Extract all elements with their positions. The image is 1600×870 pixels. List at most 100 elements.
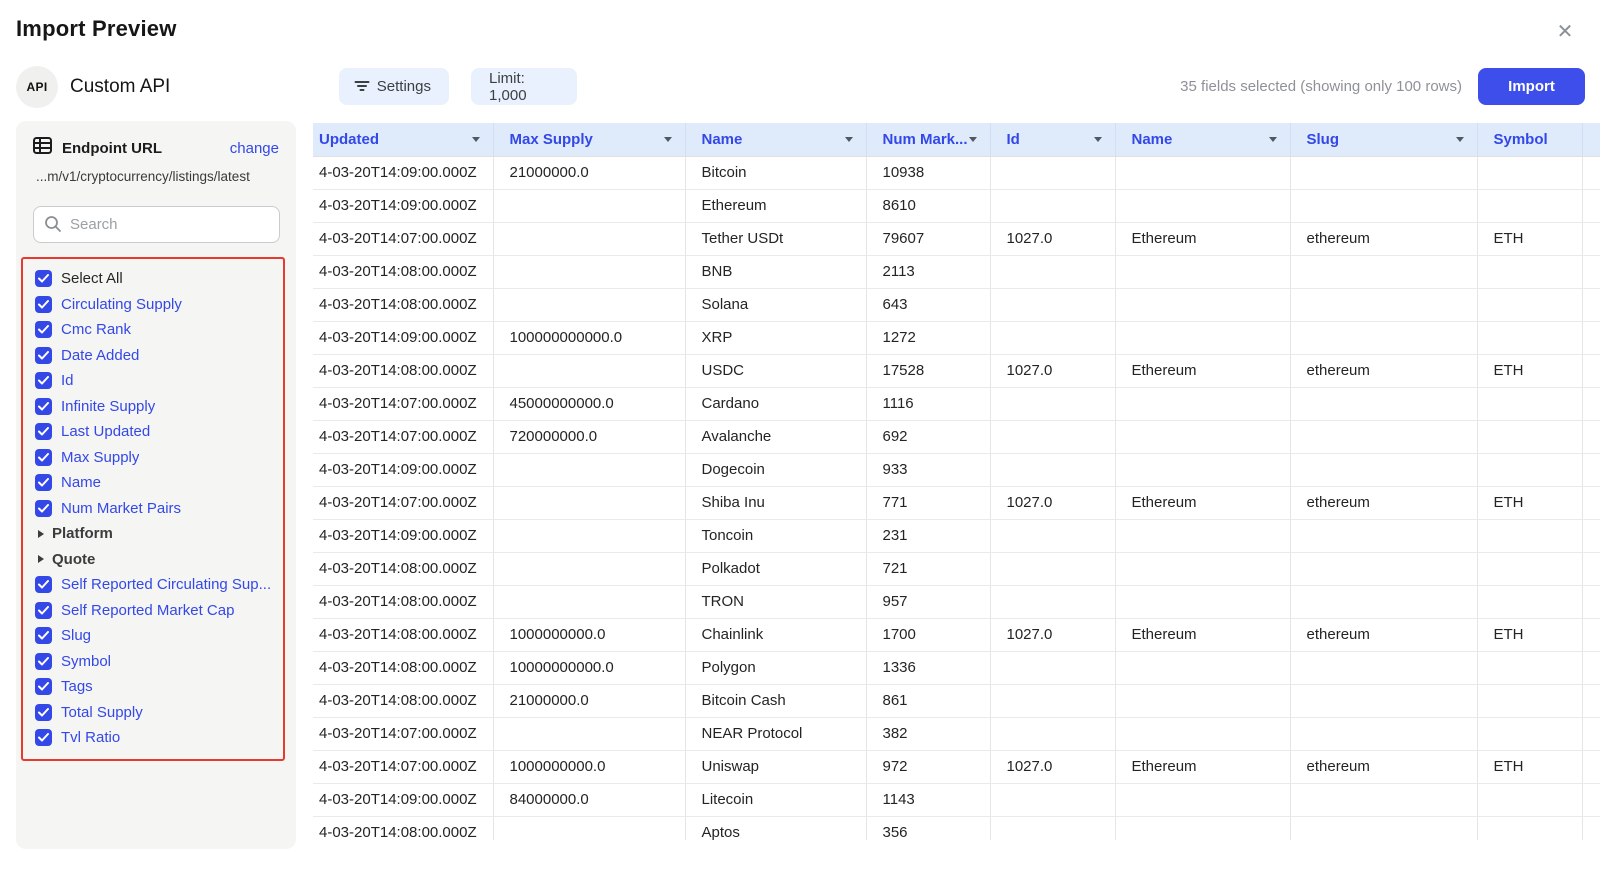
table-cell bbox=[990, 585, 1115, 618]
settings-button[interactable]: Settings bbox=[339, 68, 449, 105]
field-item-self-reported-circulating-sup[interactable]: Self Reported Circulating Sup... bbox=[35, 572, 283, 598]
table-cell: 4-03-20T14:08:00.000Z bbox=[313, 585, 493, 618]
table-row: 4-03-20T14:09:00.000ZDogecoin933 bbox=[313, 453, 1600, 486]
checked-checkbox[interactable] bbox=[35, 270, 52, 287]
column-dropdown-caret-icon[interactable] bbox=[1456, 137, 1464, 142]
table-cell: ETH bbox=[1477, 486, 1582, 519]
field-group-platform[interactable]: Platform bbox=[35, 521, 283, 547]
import-button[interactable]: Import bbox=[1478, 68, 1585, 105]
fields-selected-status: 35 fields selected (showing only 100 row… bbox=[1180, 68, 1462, 105]
table-cell bbox=[1582, 222, 1600, 255]
checked-checkbox[interactable] bbox=[35, 347, 52, 364]
field-item-name[interactable]: Name bbox=[35, 470, 283, 496]
field-item-last-updated[interactable]: Last Updated bbox=[35, 419, 283, 445]
table-cell: ETH bbox=[1477, 354, 1582, 387]
column-header-label: Slug bbox=[1307, 131, 1340, 148]
table-cell: Ethereum bbox=[1115, 222, 1290, 255]
table-cell bbox=[1115, 519, 1290, 552]
checked-checkbox[interactable] bbox=[35, 704, 52, 721]
column-dropdown-caret-icon[interactable] bbox=[1269, 137, 1277, 142]
checked-checkbox[interactable] bbox=[35, 474, 52, 491]
field-item-num-market-pairs[interactable]: Num Market Pairs bbox=[35, 496, 283, 522]
checked-checkbox[interactable] bbox=[35, 627, 52, 644]
field-label: Slug bbox=[61, 627, 91, 644]
table-cell bbox=[1290, 783, 1477, 816]
checked-checkbox[interactable] bbox=[35, 500, 52, 517]
table-row: 4-03-20T14:07:00.000Z1000000000.0Uniswap… bbox=[313, 750, 1600, 783]
table-cell bbox=[1582, 486, 1600, 519]
field-item-symbol[interactable]: Symbol bbox=[35, 649, 283, 675]
checked-checkbox[interactable] bbox=[35, 398, 52, 415]
checked-checkbox[interactable] bbox=[35, 602, 52, 619]
change-endpoint-link[interactable]: change bbox=[230, 140, 279, 157]
column-header-slug[interactable]: Slug bbox=[1290, 123, 1477, 156]
table-cell: 861 bbox=[866, 684, 990, 717]
field-label: Last Updated bbox=[61, 423, 150, 440]
table-row: 4-03-20T14:08:00.000ZAptos356 bbox=[313, 816, 1600, 840]
column-dropdown-caret-icon[interactable] bbox=[472, 137, 480, 142]
field-group-quote[interactable]: Quote bbox=[35, 547, 283, 573]
table-cell: 692 bbox=[866, 420, 990, 453]
column-header-max-supply[interactable]: Max Supply bbox=[493, 123, 685, 156]
endpoint-sidebar: Endpoint URL change ...m/v1/cryptocurren… bbox=[16, 121, 296, 849]
close-icon[interactable]: ✕ bbox=[1550, 16, 1580, 46]
column-dropdown-caret-icon[interactable] bbox=[845, 137, 853, 142]
field-label: Symbol bbox=[61, 653, 111, 670]
column-dropdown-caret-icon[interactable] bbox=[969, 137, 977, 142]
checked-checkbox[interactable] bbox=[35, 678, 52, 695]
table-cell bbox=[990, 420, 1115, 453]
table-row: 4-03-20T14:09:00.000ZToncoin231 bbox=[313, 519, 1600, 552]
checked-checkbox[interactable] bbox=[35, 423, 52, 440]
column-header-updated[interactable]: Updated bbox=[313, 123, 493, 156]
field-item-circulating-supply[interactable]: Circulating Supply bbox=[35, 292, 283, 318]
checked-checkbox[interactable] bbox=[35, 653, 52, 670]
checked-checkbox[interactable] bbox=[35, 576, 52, 593]
table-cell: 1336 bbox=[866, 651, 990, 684]
column-header-id[interactable]: Id bbox=[990, 123, 1115, 156]
table-cell: Cardano bbox=[685, 387, 866, 420]
table-cell bbox=[1477, 783, 1582, 816]
field-item-infinite-supply[interactable]: Infinite Supply bbox=[35, 394, 283, 420]
limit-button[interactable]: Limit: 1,000 bbox=[471, 68, 577, 105]
endpoint-url-value: ...m/v1/cryptocurrency/listings/latest bbox=[16, 161, 296, 184]
field-item-total-supply[interactable]: Total Supply bbox=[35, 700, 283, 726]
table-cell bbox=[1582, 750, 1600, 783]
table-cell bbox=[1582, 816, 1600, 840]
filter-icon bbox=[357, 81, 368, 92]
checked-checkbox[interactable] bbox=[35, 372, 52, 389]
settings-button-label: Settings bbox=[377, 78, 431, 95]
source-name: Custom API bbox=[70, 66, 170, 108]
checked-checkbox[interactable] bbox=[35, 729, 52, 746]
table-cell bbox=[1582, 189, 1600, 222]
table-cell bbox=[1290, 420, 1477, 453]
table-cell bbox=[1477, 288, 1582, 321]
field-item-select-all[interactable]: Select All bbox=[35, 266, 283, 292]
checked-checkbox[interactable] bbox=[35, 296, 52, 313]
field-item-tags[interactable]: Tags bbox=[35, 674, 283, 700]
field-item-tvl-ratio[interactable]: Tvl Ratio bbox=[35, 725, 283, 751]
column-dropdown-caret-icon[interactable] bbox=[664, 137, 672, 142]
field-item-self-reported-market-cap[interactable]: Self Reported Market Cap bbox=[35, 598, 283, 624]
field-item-cmc-rank[interactable]: Cmc Rank bbox=[35, 317, 283, 343]
column-header-name[interactable]: Name bbox=[1115, 123, 1290, 156]
table-cell: 771 bbox=[866, 486, 990, 519]
table-cell: 79607 bbox=[866, 222, 990, 255]
field-item-max-supply[interactable]: Max Supply bbox=[35, 445, 283, 471]
checked-checkbox[interactable] bbox=[35, 321, 52, 338]
table-cell bbox=[1477, 816, 1582, 840]
table-cell bbox=[990, 156, 1115, 189]
column-dropdown-caret-icon[interactable] bbox=[1094, 137, 1102, 142]
column-header-symbol[interactable]: Symbol bbox=[1477, 123, 1582, 156]
field-item-slug[interactable]: Slug bbox=[35, 623, 283, 649]
table-row: 4-03-20T14:07:00.000Z720000000.0Avalanch… bbox=[313, 420, 1600, 453]
field-label: Num Market Pairs bbox=[61, 500, 181, 517]
checked-checkbox[interactable] bbox=[35, 449, 52, 466]
field-item-id[interactable]: Id bbox=[35, 368, 283, 394]
column-header-num-mark[interactable]: Num Mark... bbox=[866, 123, 990, 156]
search-input[interactable] bbox=[33, 206, 280, 243]
table-cell: 17528 bbox=[866, 354, 990, 387]
column-header-name[interactable]: Name bbox=[685, 123, 866, 156]
table-cell: ETH bbox=[1477, 222, 1582, 255]
field-item-date-added[interactable]: Date Added bbox=[35, 343, 283, 369]
table-cell: Solana bbox=[685, 288, 866, 321]
